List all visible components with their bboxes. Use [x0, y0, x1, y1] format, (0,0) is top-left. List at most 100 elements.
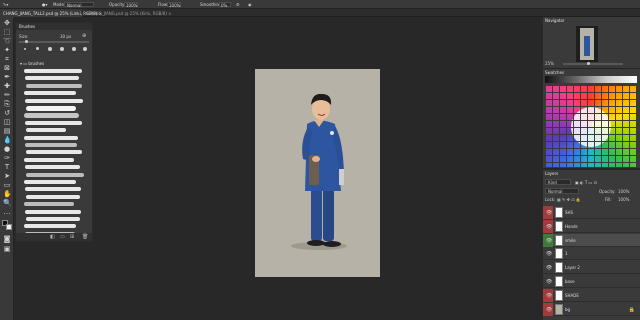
brush-stroke-preview[interactable] [26, 217, 80, 221]
blur-tool-icon[interactable]: 💧 [3, 136, 12, 144]
marquee-tool-icon[interactable]: ⬚ [3, 28, 11, 36]
brush-stroke-preview[interactable] [25, 187, 81, 192]
visibility-eye-icon[interactable]: 👁 [546, 293, 552, 299]
type-tool-icon[interactable]: T [3, 163, 11, 171]
navigator-zoom-slider[interactable] [563, 63, 623, 65]
eraser-tool-icon[interactable]: ◫ [3, 118, 11, 126]
smoothing-field[interactable]: 0% [219, 2, 231, 8]
brush-stroke-preview[interactable] [25, 98, 83, 103]
hand-tool-icon[interactable]: ✋ [3, 190, 12, 198]
visibility-eye-icon[interactable]: 👁 [546, 265, 552, 271]
brush-stroke-preview[interactable] [24, 157, 74, 162]
brush-stroke-preview[interactable] [26, 83, 82, 88]
gear-icon[interactable]: ⚙ [236, 2, 240, 7]
brush-stroke-preview[interactable] [24, 69, 82, 73]
trash-icon[interactable]: 🗑 [82, 234, 88, 240]
brush-tip[interactable] [83, 47, 87, 51]
new-group-icon[interactable]: ▭ [60, 234, 65, 240]
document-canvas[interactable] [255, 69, 380, 277]
brush-stroke-preview[interactable] [25, 165, 80, 170]
layer-row[interactable]: 👁 SHADE [543, 288, 640, 302]
brush-stroke-preview[interactable] [25, 120, 82, 125]
visibility-eye-icon[interactable]: 👁 [546, 251, 552, 257]
move-tool-icon[interactable]: ✥ [3, 19, 11, 27]
brush-stroke-preview[interactable] [25, 209, 81, 214]
background-color-swatch[interactable] [6, 224, 12, 230]
brush-tool-icon[interactable]: ✏ [3, 91, 11, 99]
brush-stroke-preview[interactable] [25, 76, 79, 81]
lasso-tool-icon[interactable]: ➰ [3, 37, 12, 45]
visibility-eye-icon[interactable]: 👁 [546, 279, 552, 285]
crop-tool-icon[interactable]: ⌗ [3, 55, 11, 63]
visibility-eye-icon[interactable]: 👁 [546, 307, 552, 313]
brush-tip[interactable] [72, 47, 76, 51]
color-wheel-palette[interactable] [545, 85, 637, 167]
layer-row[interactable]: 👁 Hands [543, 219, 640, 233]
fill-value[interactable]: 100% [618, 197, 629, 202]
tab-second-document[interactable]: CHANG_JIANG.psd @ 25% (Kimi, RGB/8) × [84, 9, 172, 17]
visibility-eye-icon[interactable]: 👁 [546, 238, 552, 244]
lock-icons[interactable]: ▦ ✎ ✥ ⊡ 🔒 [557, 197, 581, 202]
new-brush-icon[interactable]: ⊞ [70, 234, 74, 240]
layer-row[interactable]: 👁 SHS [543, 206, 640, 219]
size-value[interactable]: 30 px [60, 34, 71, 39]
pen-tool-icon[interactable]: ✑ [3, 154, 11, 162]
size-slider-handle[interactable] [25, 40, 28, 43]
brush-stroke-preview[interactable] [26, 128, 66, 133]
layer-opacity-value[interactable]: 100% [618, 189, 629, 194]
brush-folder-row[interactable]: ▾ ▭ brushes [20, 61, 44, 66]
layer-row[interactable]: 👁 1 [543, 247, 640, 261]
path-select-icon[interactable]: ➤ [3, 172, 11, 180]
brush-stroke-preview[interactable] [24, 202, 74, 207]
more-tools-icon[interactable]: … [3, 208, 11, 216]
quick-select-icon[interactable]: ✦ [3, 46, 11, 54]
navigator-zoom-handle[interactable] [587, 62, 590, 65]
zoom-tool-icon[interactable]: 🔍 [3, 199, 12, 207]
layer-filter-icons[interactable]: ▣ ◐ T ▭ ⊡ [575, 180, 597, 185]
dodge-tool-icon[interactable]: ● [3, 145, 11, 153]
brush-tip[interactable] [24, 48, 26, 50]
brush-preset-picker[interactable]: ●▾ [42, 2, 48, 7]
shape-tool-icon[interactable]: ▭ [3, 181, 11, 189]
tool-preset-icon[interactable]: ✎▾ [3, 2, 8, 7]
layer-filter-kind[interactable]: Kind [545, 179, 571, 185]
brush-stroke-preview[interactable] [26, 106, 76, 111]
brush-stroke-preview[interactable] [24, 224, 76, 229]
brush-tip[interactable] [48, 47, 52, 51]
brush-stroke-preview[interactable] [26, 172, 84, 177]
blend-mode-select[interactable]: Normal [545, 188, 579, 194]
opacity-field[interactable]: 100% [124, 2, 138, 8]
eyedropper-icon[interactable]: ✒ [3, 73, 11, 81]
brush-tip[interactable] [60, 47, 64, 51]
size-slider[interactable] [19, 41, 89, 43]
brush-stroke-preview[interactable] [25, 143, 77, 147]
brush-stroke-preview[interactable] [26, 194, 80, 199]
stamp-tool-icon[interactable]: ⎘ [3, 100, 11, 108]
toggle-preview-icon[interactable]: ◧ [50, 234, 55, 240]
frame-tool-icon[interactable]: ⊠ [3, 64, 11, 72]
layer-row[interactable]: 👁 bg 🔒 [543, 302, 640, 316]
gradient-tool-icon[interactable]: ▤ [3, 127, 11, 135]
healing-brush-icon[interactable]: ✚ [3, 82, 11, 90]
brush-stroke-preview[interactable] [24, 180, 76, 184]
pressure-icon[interactable]: ◉ [248, 2, 252, 7]
history-brush-icon[interactable]: ↺ [3, 109, 11, 117]
brush-stroke-preview[interactable] [24, 113, 79, 119]
quick-mask-icon[interactable]: ◙ [3, 235, 11, 243]
grayscale-swatch-row[interactable] [545, 76, 637, 83]
navigator-preview[interactable] [576, 26, 598, 62]
brush-stroke-preview[interactable] [26, 150, 82, 155]
flow-field[interactable]: 100% [167, 2, 181, 8]
brush-stroke-preview[interactable] [24, 135, 78, 140]
brush-stroke-preview[interactable] [24, 91, 76, 96]
brush-tip[interactable] [36, 47, 39, 50]
visibility-eye-icon[interactable]: 👁 [546, 224, 552, 230]
screen-mode-icon[interactable]: ▣ [3, 245, 11, 253]
layer-row[interactable]: 👁 Layer 2 [543, 261, 640, 275]
visibility-eye-icon[interactable]: 👁 [546, 210, 552, 216]
tab-active-document[interactable]: CHANG_JIANG_TALL2.psd @ 25% (Linki, RGB/… [0, 9, 102, 17]
navigator-zoom[interactable]: 25% [545, 61, 554, 66]
layer-row[interactable]: 👁 base [543, 275, 640, 288]
new-brush-icon[interactable]: ⊕ [82, 33, 86, 39]
mode-select[interactable]: Normal [64, 2, 94, 8]
